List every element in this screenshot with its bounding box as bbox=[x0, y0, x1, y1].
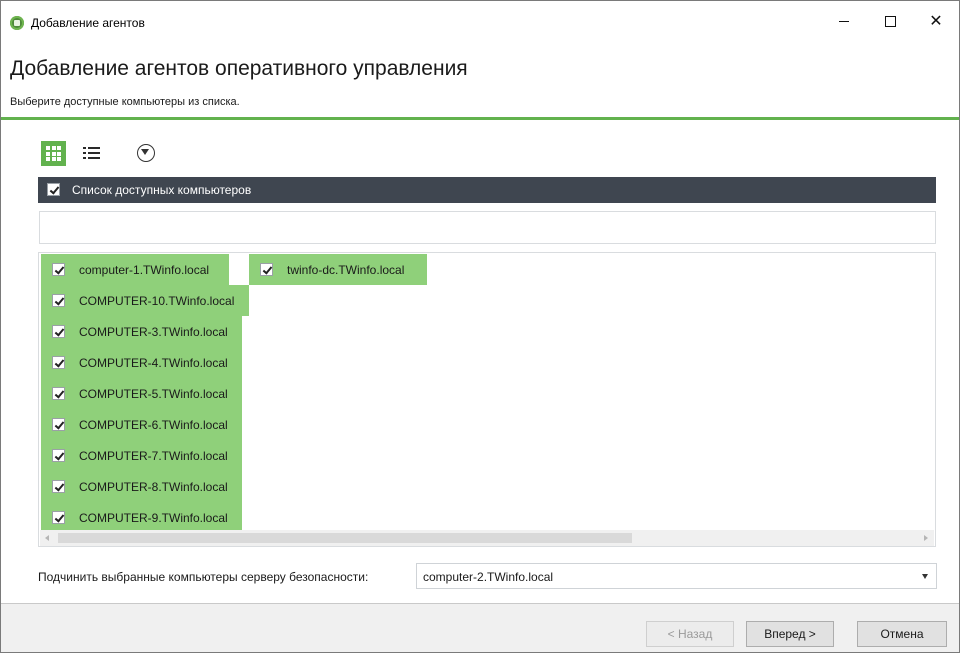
item-checkbox[interactable] bbox=[52, 449, 65, 462]
scroll-left-icon[interactable] bbox=[45, 535, 49, 541]
item-checkbox[interactable] bbox=[52, 263, 65, 276]
list-item[interactable]: COMPUTER-7.TWinfo.local bbox=[41, 440, 242, 471]
next-button[interactable]: Вперед > bbox=[746, 621, 834, 647]
item-label: COMPUTER-4.TWinfo.local bbox=[79, 356, 228, 370]
computer-list: computer-1.TWinfo.local twinfo-dc.TWinfo… bbox=[38, 252, 936, 547]
item-label: COMPUTER-6.TWinfo.local bbox=[79, 418, 228, 432]
page-title: Добавление агентов оперативного управлен… bbox=[10, 57, 468, 80]
item-label: COMPUTER-9.TWinfo.local bbox=[79, 511, 228, 525]
scrollbar-thumb[interactable] bbox=[58, 533, 632, 543]
close-button[interactable]: ✕ bbox=[913, 7, 959, 37]
list-item[interactable]: COMPUTER-10.TWinfo.local bbox=[41, 285, 249, 316]
maximize-icon bbox=[884, 16, 896, 28]
dialog-window: Добавление агентов ✕ Добавление агентов … bbox=[0, 0, 960, 653]
item-label: COMPUTER-3.TWinfo.local bbox=[79, 325, 228, 339]
item-label: COMPUTER-10.TWinfo.local bbox=[79, 294, 235, 308]
minimize-button[interactable] bbox=[821, 7, 867, 37]
item-checkbox[interactable] bbox=[52, 356, 65, 369]
list-item[interactable]: COMPUTER-4.TWinfo.local bbox=[41, 347, 242, 378]
minimize-icon bbox=[839, 21, 849, 23]
select-all-checkbox[interactable] bbox=[47, 183, 60, 196]
item-checkbox[interactable] bbox=[52, 418, 65, 431]
list-header: Список доступных компьютеров bbox=[38, 177, 936, 203]
window-title: Добавление агентов bbox=[31, 16, 145, 30]
item-checkbox[interactable] bbox=[52, 325, 65, 338]
item-label: COMPUTER-8.TWinfo.local bbox=[79, 480, 228, 494]
item-label: COMPUTER-5.TWinfo.local bbox=[79, 387, 228, 401]
list-item[interactable]: COMPUTER-5.TWinfo.local bbox=[41, 378, 242, 409]
list-item[interactable]: COMPUTER-6.TWinfo.local bbox=[41, 409, 242, 440]
app-icon bbox=[10, 16, 24, 30]
subordinate-label: Подчинить выбранные компьютеры серверу б… bbox=[38, 570, 369, 584]
grid-view-button[interactable] bbox=[41, 141, 66, 166]
item-checkbox[interactable] bbox=[52, 480, 65, 493]
security-server-value: computer-2.TWinfo.local bbox=[423, 570, 554, 584]
item-checkbox[interactable] bbox=[52, 294, 65, 307]
security-server-select[interactable]: computer-2.TWinfo.local bbox=[416, 563, 937, 589]
horizontal-scrollbar[interactable] bbox=[40, 530, 934, 546]
item-label: twinfo-dc.TWinfo.local bbox=[287, 263, 405, 277]
scroll-right-icon[interactable] bbox=[924, 535, 928, 541]
list-item[interactable]: twinfo-dc.TWinfo.local bbox=[249, 254, 427, 285]
search-input[interactable] bbox=[39, 211, 936, 244]
cancel-button[interactable]: Отмена bbox=[857, 621, 947, 647]
list-item[interactable]: computer-1.TWinfo.local bbox=[41, 254, 229, 285]
item-checkbox[interactable] bbox=[52, 387, 65, 400]
item-checkbox[interactable] bbox=[260, 263, 273, 276]
chevron-down-icon bbox=[922, 574, 928, 579]
list-view-button[interactable] bbox=[81, 141, 106, 166]
header-divider bbox=[1, 117, 959, 120]
page-subtitle: Выберите доступные компьютеры из списка. bbox=[10, 96, 240, 108]
item-label: COMPUTER-7.TWinfo.local bbox=[79, 449, 228, 463]
list-item[interactable]: COMPUTER-8.TWinfo.local bbox=[41, 471, 242, 502]
item-label: computer-1.TWinfo.local bbox=[79, 263, 210, 277]
filter-button[interactable] bbox=[137, 144, 155, 162]
maximize-button[interactable] bbox=[867, 7, 913, 37]
back-button[interactable]: < Назад bbox=[646, 621, 734, 647]
list-item[interactable]: COMPUTER-9.TWinfo.local bbox=[41, 502, 242, 533]
close-icon: ✕ bbox=[929, 13, 943, 30]
title-bar: Добавление агентов ✕ bbox=[1, 1, 959, 45]
list-header-label: Список доступных компьютеров bbox=[72, 183, 252, 197]
footer: < Назад Вперед > Отмена bbox=[1, 603, 959, 652]
item-checkbox[interactable] bbox=[52, 511, 65, 524]
list-item[interactable]: COMPUTER-3.TWinfo.local bbox=[41, 316, 242, 347]
